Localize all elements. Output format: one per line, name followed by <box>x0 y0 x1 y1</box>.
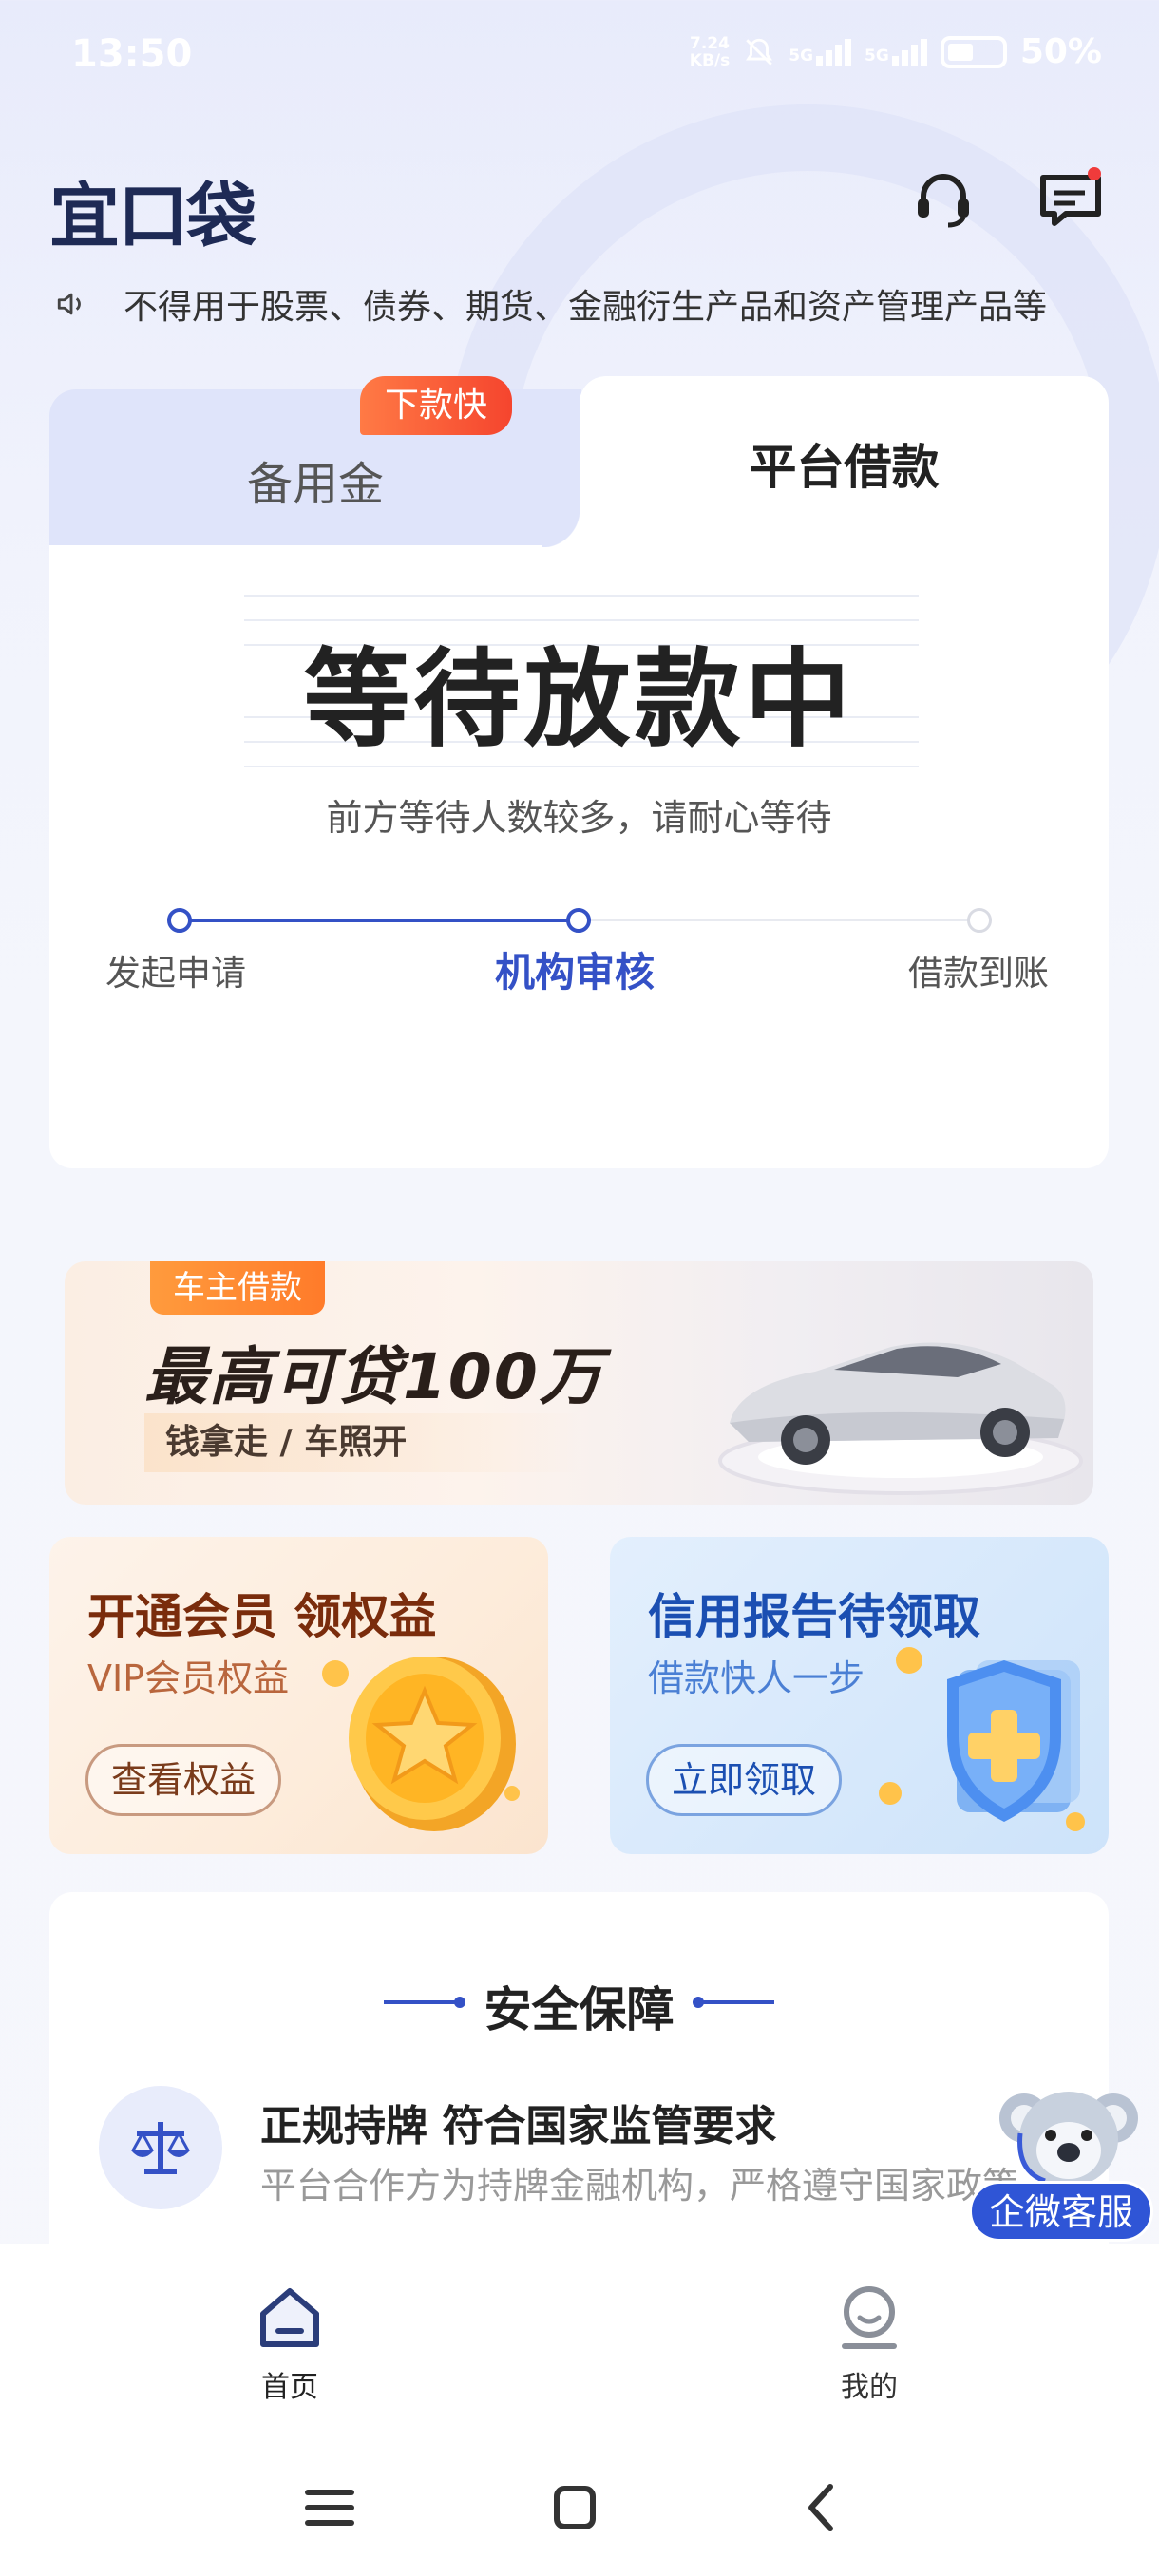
battery-icon <box>940 35 1007 68</box>
wechat-service-float[interactable]: 企微客服 <box>969 2076 1159 2245</box>
car-loan-headline: 最高可贷100万 <box>144 1340 604 1413</box>
security-title: 安全保障 <box>484 1982 674 2037</box>
tab-platform-loan-label: 平台借款 <box>749 440 940 495</box>
message-icon[interactable] <box>1037 166 1104 233</box>
step-dot-arrive <box>967 908 992 933</box>
network-speed: 7.24 KB/s <box>689 33 731 70</box>
tab-reserve-fund-label: 备用金 <box>246 458 384 511</box>
car-loan-subline: 钱拿走 / 车照开 <box>144 1413 581 1472</box>
system-nav-bar <box>0 2434 1159 2576</box>
tab-platform-loan[interactable]: 平台借款 <box>542 376 1109 557</box>
status-bar: 13:50 7.24 KB/s 5G 5G 50% <box>0 0 1159 114</box>
step-dot-review <box>566 908 591 933</box>
title-decoration-right <box>693 1997 774 2008</box>
car-illustration <box>718 1342 1083 1495</box>
step-dot-apply <box>167 908 192 933</box>
signal-sim2-icon: 5G <box>864 38 927 66</box>
shield-icon <box>879 1647 1085 1831</box>
step-label-apply: 发起申请 <box>105 953 246 994</box>
square-icon[interactable] <box>542 2479 608 2536</box>
notice-bar: 不得用于股票、债券、期货、金融衍生产品和资产管理产品等 <box>55 275 1110 332</box>
step-label-review: 机构审核 <box>495 949 656 995</box>
credit-report-card[interactable]: 信用报告待领取 借款快人一步 立即领取 <box>610 1537 1109 1854</box>
back-icon[interactable] <box>788 2479 855 2536</box>
credit-promo-subtitle: 借款快人一步 <box>648 1657 865 1699</box>
nav-home[interactable]: 首页 <box>195 2282 385 2405</box>
app-logo: 宜口袋 <box>49 176 256 257</box>
vip-promo-subtitle: VIP会员权益 <box>87 1657 290 1699</box>
car-loan-tag: 车主借款 <box>150 1261 325 1315</box>
nav-home-label: 首页 <box>261 2371 318 2404</box>
progress-line-active <box>179 919 578 922</box>
view-benefits-button[interactable]: 查看权益 <box>86 1744 282 1816</box>
nav-mine-label: 我的 <box>841 2371 898 2404</box>
wechat-service-label: 企微客服 <box>969 2181 1154 2242</box>
notice-text: 不得用于股票、债券、期货、金融衍生产品和资产管理产品等 <box>124 288 1048 327</box>
scale-icon <box>99 2086 222 2209</box>
claim-now-button[interactable]: 立即领取 <box>646 1744 843 1816</box>
mute-icon <box>746 38 773 66</box>
home-icon <box>260 2288 319 2347</box>
speaker-icon <box>57 293 81 315</box>
status-indicators: 7.24 KB/s 5G 5G 50% <box>690 32 1102 71</box>
vip-promo-card[interactable]: 开通会员 领权益 VIP会员权益 查看权益 <box>49 1537 548 1854</box>
bottom-nav: 首页 我的 <box>0 2244 1159 2434</box>
nav-mine[interactable]: 我的 <box>774 2282 964 2405</box>
status-title: 等待放款中 <box>303 638 855 762</box>
security-item-desc: 平台合作方为持牌金融机构，严格遵守国家政策 <box>260 2165 1019 2207</box>
menu-icon[interactable] <box>296 2479 363 2536</box>
status-time: 13:50 <box>71 32 193 76</box>
progress-line-idle <box>578 919 980 921</box>
security-section: 安全保障 正规持牌 符合国家监管要求 平台合作方为持牌金融机构，严格遵守国家政策 <box>49 1892 1109 2291</box>
profile-icon <box>842 2286 897 2349</box>
fast-badge: 下款快 <box>360 376 513 435</box>
koala-mascot-icon <box>999 2092 1138 2187</box>
headset-icon[interactable] <box>910 166 977 233</box>
signal-sim1-icon: 5G <box>788 38 852 66</box>
status-subtitle: 前方等待人数较多，请耐心等待 <box>326 797 832 839</box>
step-label-arrive: 借款到账 <box>908 953 1049 994</box>
loan-status-card: 备用金 下款快 平台借款 等待放款中 前方等待人数较多，请耐心等待 发起申请 机… <box>49 376 1109 1168</box>
battery-level: 50% <box>1019 32 1102 71</box>
security-item-title: 正规持牌 符合国家监管要求 <box>260 2102 777 2150</box>
car-loan-banner[interactable]: 车主借款 最高可贷100万 钱拿走 / 车照开 <box>65 1261 1093 1505</box>
gold-coin-icon <box>322 1657 520 1831</box>
